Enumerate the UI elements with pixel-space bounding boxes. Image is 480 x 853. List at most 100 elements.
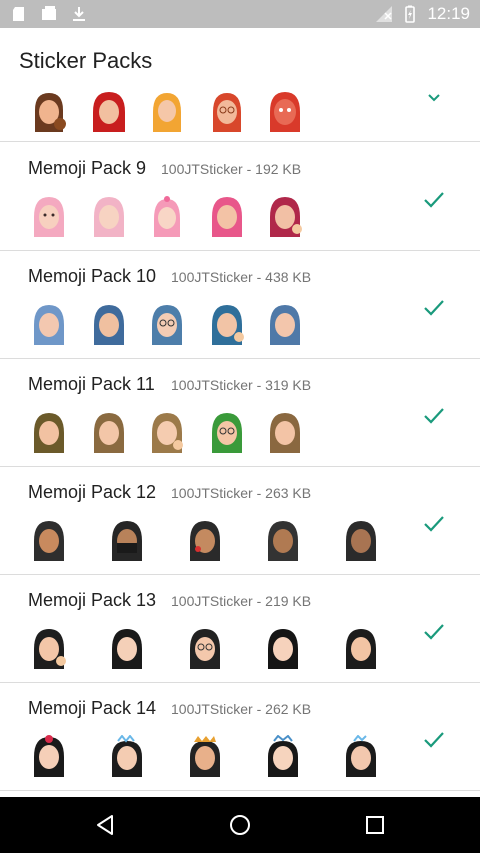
chevron-down-icon[interactable]: [422, 86, 446, 110]
sticker-thumbnail: [153, 93, 181, 132]
pack-meta: 100JTSticker - 319 KB: [171, 377, 311, 393]
status-system: 12:19: [375, 0, 470, 28]
sticker-thumbnail: [112, 735, 142, 777]
check-icon[interactable]: [422, 728, 446, 752]
status-notifications: [10, 5, 88, 23]
pack-publisher: 100JTSticker: [171, 593, 253, 609]
signal-icon: [376, 6, 393, 22]
check-icon[interactable]: [422, 620, 446, 644]
sticker-thumbnail: [93, 92, 125, 132]
pack-publisher: 100JTSticker: [171, 269, 253, 285]
list-item-pack[interactable]: Memoji Pack 11 100JTSticker - 319 KB: [0, 359, 480, 467]
sticker-thumbnail: [35, 93, 66, 132]
sticker-pack-list[interactable]: Memoji Pack 9 100JTSticker - 192 KB Memo…: [0, 86, 480, 797]
list-item-pack[interactable]: Memoji Pack 12 100JTSticker - 263 KB: [0, 467, 480, 575]
sticker-preview-row: [30, 90, 390, 134]
sticker-thumbnail: [346, 629, 376, 669]
sticker-preview-row: [30, 195, 390, 239]
back-icon[interactable]: [93, 813, 117, 837]
pack-size: 438 KB: [265, 269, 312, 285]
download-icon: [73, 7, 85, 21]
sticker-thumbnail: [112, 629, 142, 669]
recents-icon[interactable]: [363, 813, 387, 837]
list-item-pack[interactable]: Memoji Pack 14 100JTSticker - 262 KB: [0, 683, 480, 791]
meta-separator: -: [252, 269, 266, 285]
sticker-preview-row: [30, 411, 390, 455]
meta-separator: -: [252, 593, 266, 609]
sticker-thumbnail: [34, 413, 64, 453]
pack-name: Memoji Pack 13: [28, 590, 157, 610]
pack-publisher: 100JTSticker: [161, 161, 243, 177]
navigation-bar: [0, 797, 480, 853]
sticker-thumbnail: [212, 413, 242, 453]
meta-separator: -: [252, 377, 266, 393]
status-bar: 12:19: [0, 0, 480, 28]
pack-name: Memoji Pack 14: [28, 698, 157, 718]
status-time: 12:19: [427, 4, 470, 23]
pack-size: 219 KB: [265, 593, 312, 609]
list-item-pack[interactable]: Memoji Pack 9 100JTSticker - 192 KB: [0, 143, 480, 251]
pack-name: Memoji Pack 9: [28, 158, 147, 178]
pack-meta: 100JTSticker - 262 KB: [171, 701, 311, 717]
meta-separator: -: [252, 485, 266, 501]
pack-size: 262 KB: [265, 701, 312, 717]
sticker-thumbnail: [152, 413, 183, 453]
pack-meta: 100JTSticker - 263 KB: [171, 485, 311, 501]
sticker-thumbnail: [190, 521, 220, 561]
pack-publisher: 100JTSticker: [171, 701, 253, 717]
battery-icon: [405, 5, 416, 23]
sticker-thumbnail: [34, 735, 64, 777]
sd-card-icon: [13, 7, 24, 21]
sticker-thumbnail: [34, 521, 64, 561]
sticker-thumbnail: [270, 413, 300, 453]
page-title: Sticker Packs: [19, 48, 153, 73]
sticker-thumbnail: [94, 305, 124, 345]
sticker-thumbnail: [268, 735, 298, 777]
sticker-thumbnail: [213, 93, 241, 132]
sticker-preview-row: [30, 627, 390, 671]
meta-separator: -: [252, 701, 266, 717]
list-item-pack[interactable]: Memoji Pack 13 100JTSticker - 219 KB: [0, 575, 480, 683]
sticker-thumbnail: [34, 305, 64, 345]
sticker-thumbnail: [94, 197, 124, 237]
pack-publisher: 100JTSticker: [171, 377, 253, 393]
meta-separator: -: [242, 161, 256, 177]
sticker-thumbnail: [268, 629, 298, 669]
pack-size: 263 KB: [265, 485, 312, 501]
sticker-thumbnail: [94, 413, 124, 453]
sticker-thumbnail: [270, 92, 300, 132]
sticker-thumbnail: [34, 629, 66, 669]
sticker-preview-row: [30, 735, 390, 779]
sticker-thumbnail: [346, 521, 376, 561]
sticker-thumbnail: [346, 735, 376, 777]
sticker-thumbnail: [112, 521, 142, 561]
sticker-preview-row: [30, 303, 390, 347]
sticker-thumbnail: [152, 305, 182, 345]
photo-icon: [42, 6, 56, 20]
sticker-thumbnail: [212, 305, 244, 345]
pack-meta: 100JTSticker - 438 KB: [171, 269, 311, 285]
check-icon[interactable]: [422, 404, 446, 428]
pack-name: Memoji Pack 10: [28, 266, 157, 286]
sticker-thumbnail: [270, 197, 302, 237]
pack-publisher: 100JTSticker: [171, 485, 253, 501]
home-icon[interactable]: [228, 813, 252, 837]
sticker-thumbnail: [34, 197, 64, 237]
pack-meta: 100JTSticker - 192 KB: [161, 161, 301, 177]
pack-meta: 100JTSticker - 219 KB: [171, 593, 311, 609]
check-icon[interactable]: [422, 188, 446, 212]
sticker-thumbnail: [212, 197, 242, 237]
sticker-thumbnail: [154, 196, 180, 237]
list-item-partial[interactable]: [0, 86, 480, 142]
sticker-thumbnail: [190, 629, 220, 669]
check-icon[interactable]: [422, 296, 446, 320]
pack-name: Memoji Pack 11: [28, 374, 155, 394]
sticker-thumbnail: [190, 736, 220, 777]
sticker-thumbnail: [270, 305, 300, 345]
list-item-pack[interactable]: Memoji Pack 10 100JTSticker - 438 KB: [0, 251, 480, 359]
sticker-preview-row: [30, 519, 390, 563]
sticker-thumbnail: [268, 521, 298, 561]
check-icon[interactable]: [422, 512, 446, 536]
pack-name: Memoji Pack 12: [28, 482, 157, 502]
pack-size: 319 KB: [265, 377, 312, 393]
